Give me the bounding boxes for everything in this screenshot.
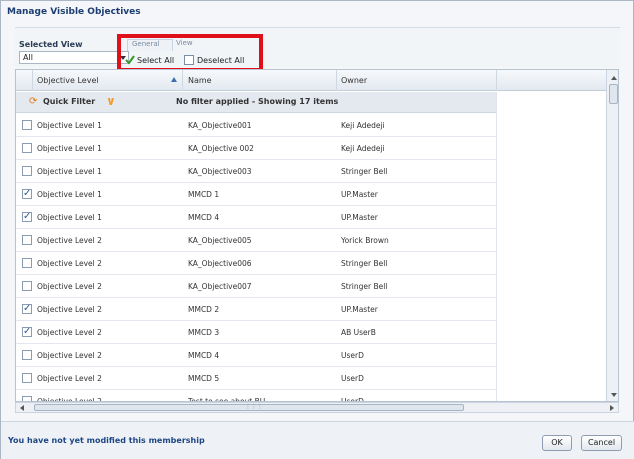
red-highlight-box: [117, 34, 263, 72]
objective-level-cell: Objective Level 1: [37, 213, 102, 222]
vertical-scrollbar[interactable]: [606, 70, 618, 401]
table-row[interactable]: Objective Level 2 MMCD 2 UP.Master: [16, 298, 496, 321]
owner-cell: UserD: [341, 374, 364, 383]
filter-icon: ⟳: [29, 96, 38, 107]
column-divider: [336, 70, 337, 91]
objective-level-cell: Objective Level 2: [37, 351, 102, 360]
row-checkbox[interactable]: [22, 235, 32, 245]
owner-cell: Stringer Bell: [341, 282, 388, 291]
column-divider: [496, 70, 497, 91]
objective-level-cell: Objective Level 2: [37, 236, 102, 245]
row-checkbox[interactable]: [22, 166, 32, 176]
table-row[interactable]: Objective Level 2 MMCD 4 UserD: [16, 344, 496, 367]
row-checkbox[interactable]: [22, 303, 32, 314]
column-header-objective-level[interactable]: Objective Level: [37, 76, 99, 85]
row-checkbox[interactable]: [22, 326, 32, 337]
name-cell: MMCD 1: [188, 190, 220, 199]
membership-status-message: You have not yet modified this membershi…: [8, 436, 205, 445]
scroll-thumb[interactable]: [609, 84, 618, 104]
column-divider: [182, 70, 183, 91]
quick-filter-bar: ⟳ Quick Filter ∨ No filter applied - Sho…: [16, 92, 496, 113]
objective-level-cell: Objective Level 2: [37, 374, 102, 383]
filter-status: No filter applied - Showing 17 items: [176, 97, 339, 106]
row-checkbox[interactable]: [22, 211, 32, 222]
horizontal-scrollbar[interactable]: ⋮⋮⋮: [15, 402, 619, 413]
row-checkbox[interactable]: [22, 281, 32, 291]
owner-cell: UP.Master: [341, 190, 378, 199]
name-cell: MMCD 4: [188, 213, 220, 222]
table-row[interactable]: Objective Level 1 KA_Objective001 Keji Ade…: [16, 114, 496, 137]
scroll-up-icon[interactable]: [611, 76, 617, 80]
name-cell: KA_Objective003: [188, 167, 252, 176]
name-cell: KA_Objective001: [188, 121, 252, 130]
name-cell: KA_Objective006: [188, 259, 252, 268]
table-row[interactable]: Objective Level 1 MMCD 4 UP.Master: [16, 206, 496, 229]
owner-cell: Stringer Bell: [341, 259, 388, 268]
objective-level-cell: Objective Level 1: [37, 190, 102, 199]
table-row[interactable]: Objective Level 2 MMCD 5 UserD: [16, 367, 496, 390]
grip-icon: ⋮⋮⋮: [245, 403, 263, 410]
selected-view-label: Selected View: [19, 40, 83, 49]
owner-cell: Yorick Brown: [341, 236, 389, 245]
row-checkbox[interactable]: [22, 258, 32, 268]
column-header-owner[interactable]: Owner: [341, 76, 367, 85]
selected-view-value: All: [23, 53, 33, 62]
name-cell: MMCD 5: [188, 374, 220, 383]
quick-filter-label[interactable]: Quick Filter: [43, 97, 95, 106]
manage-visible-objectives-dialog: Manage Visible Objectives Selected View …: [0, 0, 634, 459]
name-cell: MMCD 3: [188, 328, 220, 337]
dialog-title: Manage Visible Objectives: [7, 7, 141, 17]
table-row[interactable]: Objective Level 2 Test to see about BU Use…: [16, 390, 496, 401]
row-checkbox[interactable]: [22, 373, 32, 383]
owner-cell: UP.Master: [341, 305, 378, 314]
name-cell: KA_Objective005: [188, 236, 252, 245]
row-checkbox[interactable]: [22, 350, 32, 360]
owner-cell: UserD: [341, 351, 364, 360]
sort-ascending-icon[interactable]: [171, 77, 177, 82]
column-header-name[interactable]: Name: [188, 76, 212, 85]
column-divider: [32, 70, 33, 91]
scroll-down-icon[interactable]: [611, 393, 617, 397]
chevron-down-icon[interactable]: ∨: [106, 94, 116, 108]
table-row[interactable]: Objective Level 2 KA_Objective005 Yorick B…: [16, 229, 496, 252]
table-row[interactable]: Objective Level 2 KA_Objective006 Stringer…: [16, 252, 496, 275]
name-cell: KA_Objective 002: [188, 144, 254, 153]
objectives-grid: Objective Level Name Owner ⟳ Quick Filte…: [15, 69, 619, 402]
grid-rows: Objective Level 1 KA_Objective001 Keji Ade…: [16, 114, 496, 401]
objective-level-cell: Objective Level 2: [37, 282, 102, 291]
table-row[interactable]: Objective Level 2 KA_Objective007 Stringer…: [16, 275, 496, 298]
objective-level-cell: Objective Level 1: [37, 167, 102, 176]
table-row[interactable]: Objective Level 1 MMCD 1 UP.Master: [16, 183, 496, 206]
name-cell: KA_Objective007: [188, 282, 252, 291]
owner-cell: Keji Adedeji: [341, 121, 385, 130]
table-row[interactable]: Objective Level 2 MMCD 3 AB UserB: [16, 321, 496, 344]
owner-cell: Stringer Bell: [341, 167, 388, 176]
name-cell: MMCD 2: [188, 305, 220, 314]
scroll-right-icon[interactable]: [610, 405, 614, 411]
owner-cell: AB UserB: [341, 328, 376, 337]
objective-level-cell: Objective Level 2: [37, 259, 102, 268]
owner-cell: Keji Adedeji: [341, 144, 385, 153]
scroll-thumb[interactable]: ⋮⋮⋮: [34, 403, 464, 411]
table-row[interactable]: Objective Level 1 KA_Objective 002 Keji Ad…: [16, 137, 496, 160]
toolbar: Selected View All General View Select Al…: [15, 27, 620, 67]
ok-button[interactable]: OK: [542, 435, 572, 451]
grid-empty-area: [496, 92, 606, 401]
row-checkbox[interactable]: [22, 188, 32, 199]
objective-level-cell: Objective Level 2: [37, 305, 102, 314]
row-checkbox[interactable]: [22, 143, 32, 153]
objective-level-cell: Objective Level 1: [37, 121, 102, 130]
selected-view-dropdown[interactable]: All: [19, 51, 129, 64]
row-checkbox[interactable]: [22, 120, 32, 130]
owner-cell: UP.Master: [341, 213, 378, 222]
objective-level-cell: Objective Level 1: [37, 144, 102, 153]
dialog-footer: You have not yet modified this membershi…: [1, 421, 634, 459]
grid-header: Objective Level Name Owner: [16, 70, 618, 91]
scroll-left-icon[interactable]: [20, 405, 24, 411]
table-row[interactable]: Objective Level 1 KA_Objective003 Stringer…: [16, 160, 496, 183]
objective-level-cell: Objective Level 2: [37, 328, 102, 337]
cancel-button[interactable]: Cancel: [581, 435, 622, 451]
name-cell: MMCD 4: [188, 351, 220, 360]
